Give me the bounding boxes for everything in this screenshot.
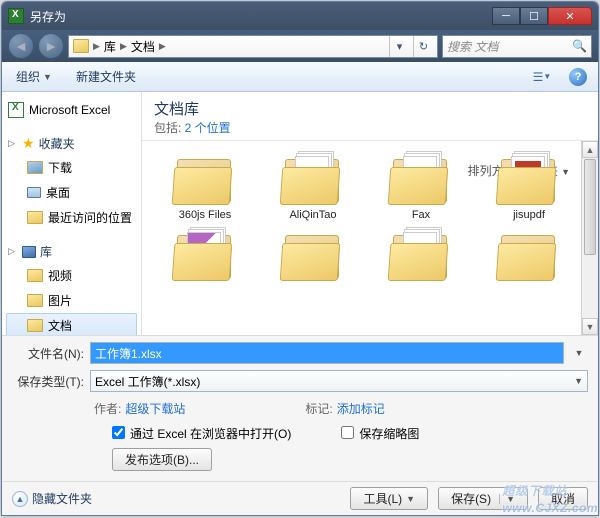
titlebar: 另存为 ─ ☐ ✕	[2, 2, 598, 30]
folder-icon	[281, 153, 345, 205]
desktop-icon	[27, 187, 41, 198]
refresh-button[interactable]: ↻	[413, 36, 433, 57]
folder-item[interactable]	[268, 229, 358, 285]
folder-icon	[173, 153, 237, 205]
dropdown-icon[interactable]: ▾	[389, 36, 409, 57]
folder-icon	[389, 153, 453, 205]
folder-icon	[389, 229, 453, 281]
back-button[interactable]: ◄	[8, 33, 34, 59]
sidebar-item-pictures[interactable]: 图片	[6, 288, 137, 313]
file-pane: 文档库 包括: 2 个位置 排列方式: 文件夹 ▼ 360js Files Al…	[142, 92, 598, 335]
view-button[interactable]: ☰▼	[530, 66, 554, 88]
folder-icon	[497, 153, 561, 205]
save-button[interactable]: 保存(S)▼	[438, 487, 528, 510]
folder-item[interactable]	[484, 229, 574, 285]
chevron-down-icon: ▼	[43, 72, 52, 82]
folder-icon	[497, 229, 561, 281]
sidebar-item-documents[interactable]: 文档	[6, 313, 137, 335]
search-icon[interactable]: 🔍	[572, 39, 587, 53]
search-placeholder: 搜索 文档	[447, 38, 498, 55]
save-form: 文件名(N): 工作簿1.xlsx ▼ 保存类型(T): Excel 工作簿(*…	[2, 335, 598, 481]
window-title: 另存为	[30, 8, 492, 25]
sidebar-libraries[interactable]: ▷ 库	[6, 240, 137, 263]
scroll-thumb[interactable]	[584, 159, 596, 255]
recent-icon	[27, 211, 43, 224]
author-link[interactable]: 超级下载站	[125, 402, 185, 416]
folder-icon	[73, 39, 89, 53]
documents-icon	[27, 319, 43, 332]
excel-icon	[8, 102, 24, 118]
sidebar-favorites[interactable]: ▷ ★ 收藏夹	[6, 132, 137, 155]
expand-icon: ▷	[8, 138, 18, 149]
folder-item[interactable]: Fax	[376, 153, 466, 221]
maximize-button[interactable]: ☐	[520, 7, 548, 25]
videos-icon	[27, 269, 43, 282]
chevron-down-icon: ▼	[499, 494, 515, 504]
sidebar-app[interactable]: Microsoft Excel	[6, 98, 137, 122]
library-icon	[22, 246, 36, 258]
chevron-down-icon[interactable]: ▼	[570, 348, 588, 358]
scrollbar[interactable]: ▲ ▼	[581, 141, 598, 335]
close-button[interactable]: ✕	[548, 7, 592, 25]
nav-bar: ◄ ► ▶ 库 ▶ 文档 ▶ ▾ ↻ 搜索 文档 🔍	[2, 30, 598, 62]
star-icon: ★	[22, 135, 35, 152]
chevron-up-icon: ▲	[12, 491, 28, 507]
address-bar[interactable]: ▶ 库 ▶ 文档 ▶ ▾ ↻	[68, 35, 438, 58]
new-folder-button[interactable]: 新建文件夹	[70, 65, 142, 88]
sidebar-item-downloads[interactable]: 下载	[6, 155, 137, 180]
downloads-icon	[27, 161, 43, 174]
sidebar-item-videos[interactable]: 视频	[6, 263, 137, 288]
open-in-browser-checkbox[interactable]: 通过 Excel 在浏览器中打开(O)	[112, 425, 291, 442]
scroll-up-icon[interactable]: ▲	[582, 141, 598, 158]
cancel-button[interactable]: 取消	[538, 487, 588, 510]
breadcrumb-lib[interactable]: 库	[104, 38, 116, 55]
folder-icon	[173, 229, 237, 281]
help-button[interactable]: ?	[566, 66, 590, 88]
filename-label: 文件名(N):	[12, 345, 84, 362]
scroll-down-icon[interactable]: ▼	[582, 318, 598, 335]
folder-item[interactable]	[376, 229, 466, 285]
folder-item[interactable]: 360js Files	[160, 153, 250, 221]
chevron-down-icon: ▼	[406, 494, 415, 504]
savetype-combo[interactable]: Excel 工作簿(*.xlsx)▼	[90, 370, 588, 392]
footer: ▲ 隐藏文件夹 工具(L)▼ 保存(S)▼ 取消	[2, 481, 598, 515]
expand-icon: ▷	[8, 246, 18, 257]
folder-item[interactable]: AliQinTao	[268, 153, 358, 221]
library-header: 文档库 包括: 2 个位置 排列方式: 文件夹 ▼	[142, 92, 598, 141]
organize-button[interactable]: 组织▼	[10, 65, 58, 88]
toolbar: 组织▼ 新建文件夹 ☰▼ ?	[2, 62, 598, 92]
app-icon	[8, 8, 24, 24]
locations-link[interactable]: 2 个位置	[185, 121, 231, 135]
tags-link[interactable]: 添加标记	[337, 402, 385, 416]
publish-options-button[interactable]: 发布选项(B)...	[112, 448, 212, 471]
minimize-button[interactable]: ─	[492, 7, 520, 25]
chevron-right-icon[interactable]: ▶	[120, 41, 127, 52]
hide-folders-button[interactable]: ▲ 隐藏文件夹	[12, 490, 92, 507]
tools-button[interactable]: 工具(L)▼	[350, 487, 428, 510]
chevron-right-icon[interactable]: ▶	[159, 41, 166, 52]
sidebar-item-desktop[interactable]: 桌面	[6, 180, 137, 205]
chevron-right-icon[interactable]: ▶	[93, 41, 100, 52]
folder-icon	[281, 229, 345, 281]
breadcrumb-docs[interactable]: 文档	[131, 38, 155, 55]
search-input[interactable]: 搜索 文档 🔍	[442, 35, 592, 58]
sidebar: Microsoft Excel ▷ ★ 收藏夹 下载 桌面 最近访问的位置 ▷ …	[2, 92, 142, 335]
save-thumbnail-checkbox[interactable]: 保存缩略图	[341, 425, 419, 442]
chevron-down-icon: ▼	[574, 376, 583, 386]
file-grid[interactable]: 360js Files AliQinTao Fax jisupdf ▲ ▼	[142, 141, 598, 335]
folder-item[interactable]: jisupdf	[484, 153, 574, 221]
folder-item[interactable]	[160, 229, 250, 285]
filename-input[interactable]: 工作簿1.xlsx	[90, 342, 564, 364]
savetype-label: 保存类型(T):	[12, 373, 84, 390]
sidebar-item-recent[interactable]: 最近访问的位置	[6, 205, 137, 230]
forward-button[interactable]: ►	[38, 33, 64, 59]
library-title: 文档库	[154, 98, 586, 119]
pictures-icon	[27, 294, 43, 307]
